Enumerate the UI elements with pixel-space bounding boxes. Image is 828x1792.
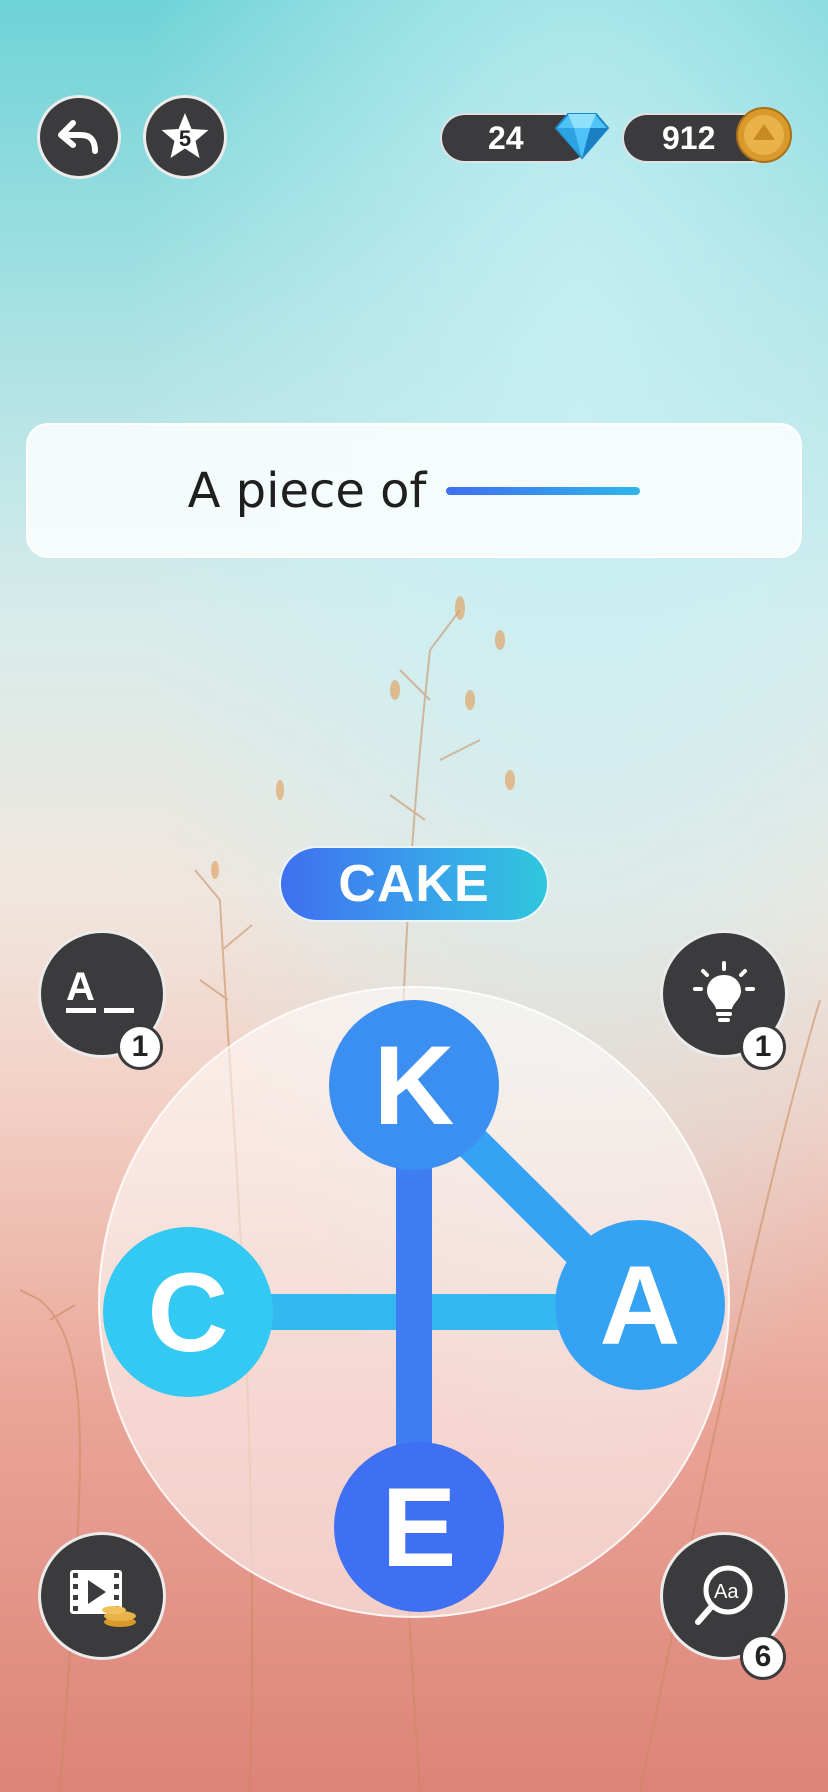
letter-e[interactable]: E <box>334 1442 504 1612</box>
letter-a[interactable]: A <box>555 1220 725 1390</box>
letter-c[interactable]: C <box>103 1227 273 1397</box>
letter-k[interactable]: K <box>329 1000 499 1170</box>
